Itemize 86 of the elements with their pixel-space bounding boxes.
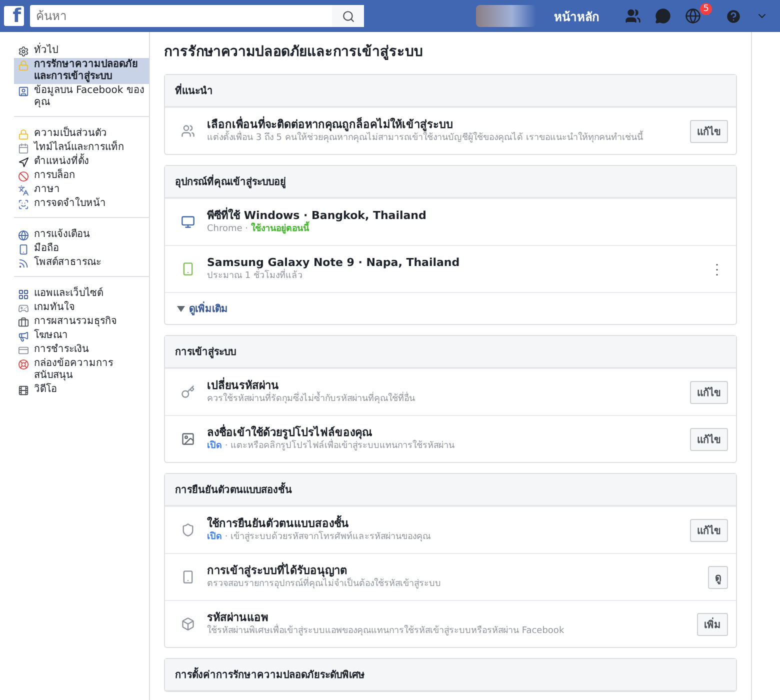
setting-title: เปลี่ยนรหัสผ่าน bbox=[207, 378, 279, 392]
setting-title: ลงชื่อเข้าใช้ด้วยรูปโปรไฟล์ของคุณ bbox=[207, 425, 372, 440]
search-button[interactable] bbox=[332, 5, 364, 27]
edit-button[interactable]: เพิ่ม bbox=[697, 612, 728, 636]
blurred-profile[interactable] bbox=[476, 5, 536, 27]
lifebuoy-icon bbox=[18, 359, 29, 370]
section-header: การเข้าสู่ระบบ bbox=[165, 336, 736, 368]
monitor-icon bbox=[181, 215, 195, 229]
page-title: การรักษาความปลอดภัยและการเข้าสู่ระบบ bbox=[164, 43, 424, 62]
messenger-icon[interactable] bbox=[655, 8, 671, 24]
setting-title: ใช้การยืนยันตัวตนแบบสองชั้น bbox=[207, 516, 350, 530]
sidebar-item[interactable]: การชำระเงิน bbox=[14, 343, 149, 357]
setting-description: แต่งตั้งเพื่อน 3 ถึง 5 คนให้ช่วยคุณหากคุณไม่สามารถเข้าใช้งานบัญชีผู้ใช้ของคุณได้ เราขอแนะนำให้ทุกคนทำเช่นนี้ bbox=[207, 132, 678, 145]
sidebar-item[interactable]: ภาษา bbox=[14, 183, 149, 197]
film-icon bbox=[18, 385, 29, 396]
calendar-icon bbox=[18, 143, 29, 154]
sidebar-item[interactable]: กล่องข้อความการสนับสนุน bbox=[14, 357, 149, 383]
globe-icon[interactable] bbox=[685, 8, 701, 24]
sidebar-item[interactable]: การจดจำใบหน้า bbox=[14, 197, 149, 211]
language-icon bbox=[18, 185, 29, 196]
sidebar-item[interactable]: ไทม์ไลน์และการแท็ก bbox=[14, 141, 149, 155]
megaphone-icon bbox=[18, 331, 29, 342]
edit-button[interactable]: แก้ไข bbox=[690, 120, 728, 142]
people-icon bbox=[181, 124, 195, 138]
settings-icon bbox=[18, 46, 29, 57]
briefcase-icon bbox=[18, 317, 29, 328]
sidebar-item[interactable]: การผสานรวมธุรกิจ bbox=[14, 315, 149, 329]
setting-description: เปิด · เข้าสู่ระบบด้วยรหัสจากโทรศัพท์และรหัสผ่านของคุณ bbox=[207, 531, 432, 544]
sidebar-item[interactable]: วิดีโอ bbox=[14, 383, 149, 397]
sidebar-item[interactable]: ทั่วไป bbox=[14, 44, 149, 58]
setting-description: ควรใช้รหัสผ่านที่รัดกุมซึ่งไม่ซ้ำกับรหัสผ่านที่คุณใช้ที่อื่น bbox=[207, 393, 678, 406]
search-icon bbox=[342, 10, 354, 22]
sidebar-item[interactable]: ข้อมูลบน Facebook ของคุณ bbox=[14, 84, 149, 110]
setting-description: ตรวจสอบรายการอุปกรณ์ที่คุณไม่จำเป็นต้องใช้รหัสเข้าสู่ระบบ bbox=[207, 578, 696, 591]
edit-button[interactable]: แก้ไข bbox=[690, 380, 728, 404]
friends-icon[interactable] bbox=[625, 8, 641, 24]
edit-button[interactable]: แก้ไข bbox=[690, 518, 728, 542]
setting-title: การเข้าสู่ระบบที่ได้รับอนุญาต bbox=[207, 563, 347, 578]
section-header: ที่แนะนำ bbox=[165, 75, 736, 107]
sidebar-item[interactable]: การรักษาความปลอดภัยและการเข้าสู่ระบบ bbox=[14, 58, 149, 84]
section-header: อุปกรณ์ที่คุณเข้าสู่ระบบอยู่ bbox=[165, 166, 736, 198]
sidebar-item[interactable]: โพสต์สาธารณะ bbox=[14, 256, 149, 270]
see-more-link[interactable]: ดูเพิ่มเติม bbox=[165, 292, 736, 324]
search-field[interactable]: ค้นหา bbox=[30, 5, 332, 27]
home-link[interactable]: หน้าหลัก bbox=[554, 6, 599, 26]
setting-description: เปิด · แตะหรือคลิกรูปโปรไฟล์เพื่อเข้าสู่ระบบแทนการใช้รหัสผ่าน bbox=[207, 440, 678, 453]
section-header: การยืนยันตัวตนแบบสองชั้น bbox=[165, 474, 736, 506]
phone-icon bbox=[181, 262, 195, 276]
device-detail: ประมาณ 1 ชั่วโมงที่แล้ว bbox=[207, 270, 694, 283]
more-menu-button[interactable]: ⋮ bbox=[706, 261, 728, 277]
face-icon bbox=[18, 199, 29, 210]
sidebar-item[interactable]: เกมทันใจ bbox=[14, 301, 149, 315]
logo[interactable]: f bbox=[4, 6, 24, 26]
section-header: การตั้งค่าการรักษาความปลอดภัยระดับพิเศษ bbox=[165, 659, 736, 691]
sidebar-item[interactable]: ความเป็นส่วนตัว bbox=[14, 127, 149, 141]
setting-title: รหัสผ่านแอพ bbox=[207, 610, 268, 624]
block-icon bbox=[18, 171, 29, 182]
edit-button[interactable]: แก้ไข bbox=[690, 428, 728, 450]
location-icon bbox=[18, 157, 29, 168]
credit-card-icon bbox=[18, 345, 29, 356]
device-name: พีซีที่ใช้ Windows · Bangkok, Thailand bbox=[207, 208, 428, 222]
setting-title: เลือกเพื่อนที่จะติดต่อหากคุณถูกล็อคไม่ให้เข้าสู่ระบบ bbox=[207, 117, 454, 132]
edit-button[interactable]: ดู bbox=[708, 566, 728, 588]
gamepad-icon bbox=[18, 303, 29, 314]
portrait-icon bbox=[181, 432, 195, 446]
shield-icon bbox=[181, 523, 195, 537]
sidebar-item[interactable]: การแจ้งเตือน bbox=[14, 228, 149, 242]
rss-icon bbox=[18, 258, 29, 269]
notification-count: 5 bbox=[700, 3, 712, 15]
device-name: Samsung Galaxy Note 9 · Napa, Thailand bbox=[207, 255, 461, 269]
key-icon bbox=[181, 385, 195, 399]
device-detail: Chrome · ใช้งานอยู่ตอนนี้ bbox=[207, 223, 728, 236]
sidebar-item[interactable]: ตำแหน่งที่ตั้ง bbox=[14, 155, 149, 169]
box-icon bbox=[181, 617, 195, 631]
globe-icon bbox=[18, 230, 29, 241]
caret-icon bbox=[177, 306, 185, 312]
lock-icon bbox=[18, 129, 29, 140]
sidebar-item[interactable]: แอพและเว็บไซต์ bbox=[14, 287, 149, 301]
sidebar-item[interactable]: มือถือ bbox=[14, 242, 149, 256]
setting-description: ใช้รหัสผ่านพิเศษเพื่อเข้าสู่ระบบแอพของคุณแทนการใช้รหัสเข้าสู่ระบบหรือรหัสผ่าน Facebook bbox=[207, 625, 685, 638]
sidebar-item[interactable]: โฆษณา bbox=[14, 329, 149, 343]
sidebar-item[interactable]: การบล็อก bbox=[14, 169, 149, 183]
phone-icon bbox=[18, 244, 29, 255]
help-icon[interactable] bbox=[725, 8, 742, 24]
grid-icon bbox=[18, 289, 29, 300]
phone-icon bbox=[181, 570, 195, 584]
